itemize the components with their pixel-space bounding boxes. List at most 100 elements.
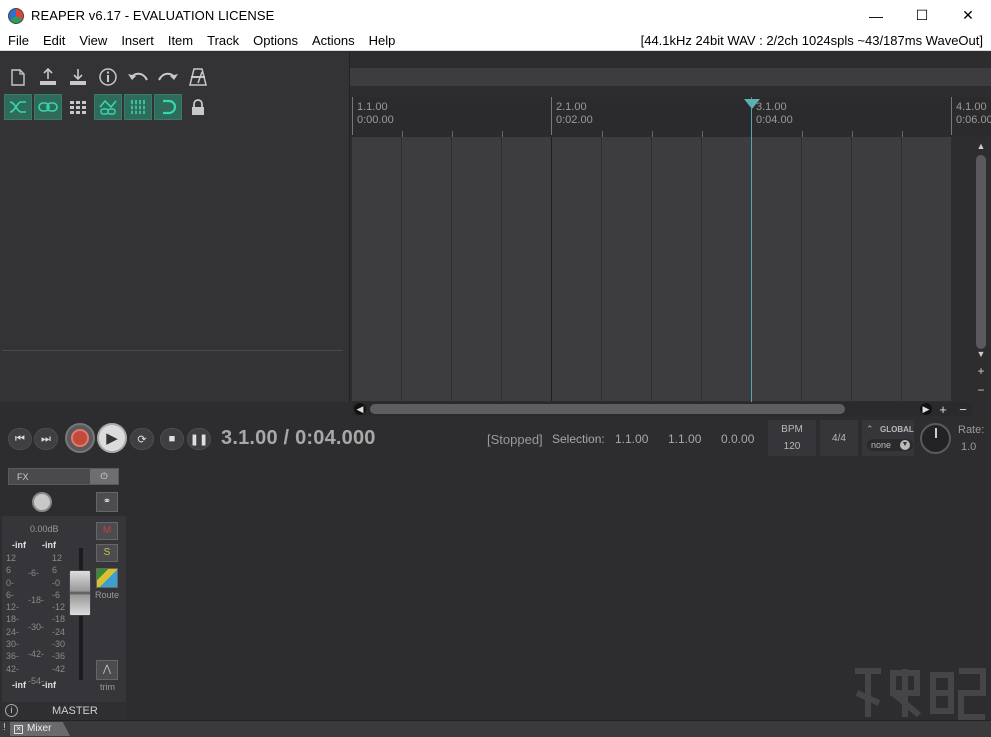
ruler-time: 0:06.00 xyxy=(956,114,991,126)
mute-button[interactable]: M xyxy=(96,522,118,540)
stop-icon[interactable]: ■ xyxy=(160,428,184,450)
scroll-down-icon[interactable]: ▼ xyxy=(975,348,987,360)
master-volume-db[interactable]: 0.00dB xyxy=(30,524,59,534)
master-track-name: MASTER xyxy=(52,705,98,717)
envelope-points-icon[interactable] xyxy=(124,94,152,120)
peak-right-bottom[interactable]: -inf xyxy=(42,680,56,690)
route-label: Route xyxy=(95,590,120,600)
audio-device-status[interactable]: [44.1kHz 24bit WAV : 2/2ch 1024spls ~43/… xyxy=(641,33,983,48)
metronome-icon[interactable] xyxy=(184,64,212,90)
close-button[interactable]: ✕ xyxy=(945,0,991,31)
tempo-box[interactable]: BPM 120 xyxy=(768,420,816,456)
minimize-button[interactable]: — xyxy=(853,0,899,31)
selection-end[interactable]: 1.1.00 xyxy=(668,432,701,446)
zoom-out-horizontal-icon[interactable]: − xyxy=(957,402,969,417)
grouping-icon[interactable] xyxy=(34,94,62,120)
repeat-icon[interactable]: ⟳ xyxy=(130,428,154,450)
playhead-marker[interactable] xyxy=(744,99,760,109)
scroll-left-icon[interactable]: ◀ xyxy=(354,403,366,415)
master-pan-knob[interactable] xyxy=(32,492,52,512)
mixer-tab[interactable]: ✕ Mixer xyxy=(10,722,70,736)
horizontal-scrollbar[interactable]: ◀ ▶ + − xyxy=(352,402,972,417)
position-display[interactable]: 3.1.00 / 0:04.000 xyxy=(221,427,376,450)
main-toolbar-row-2 xyxy=(4,94,212,120)
maximize-button[interactable]: ☐ xyxy=(899,0,945,31)
peak-left-bottom[interactable]: -inf xyxy=(12,680,26,690)
play-button[interactable]: ▶ xyxy=(97,423,127,453)
zoom-out-vertical-icon[interactable]: − xyxy=(975,383,987,397)
peak-left[interactable]: -inf xyxy=(12,540,26,550)
docker-tab-bar: ! ✕ Mixer xyxy=(0,720,991,737)
timeline-ruler[interactable]: 1.1.00 0:00.00 2.1.00 0:02.00 3.1.00 0:04.0… xyxy=(350,97,991,137)
info-icon[interactable]: i xyxy=(5,704,18,717)
menu-actions[interactable]: Actions xyxy=(305,33,362,48)
ripple-edit-icon[interactable] xyxy=(4,94,32,120)
grid-line xyxy=(551,137,552,401)
trim-envelope-icon[interactable]: ⋀ xyxy=(96,660,118,680)
selection-label: Selection: xyxy=(552,432,605,446)
selection-start[interactable]: 1.1.00 xyxy=(615,432,648,446)
menu-options[interactable]: Options xyxy=(246,33,305,48)
master-fader-handle[interactable] xyxy=(69,570,91,616)
record-icon xyxy=(71,429,89,447)
grid-line xyxy=(801,137,802,401)
vertical-scrollbar[interactable]: ▲ ▼ + − xyxy=(973,137,989,401)
solo-button[interactable]: S xyxy=(96,544,118,562)
snap-icon[interactable] xyxy=(154,94,182,120)
scroll-up-icon[interactable]: ▲ xyxy=(975,140,987,152)
project-settings-icon[interactable] xyxy=(94,64,122,90)
horizontal-scroll-thumb[interactable] xyxy=(370,404,845,414)
grid-line xyxy=(901,137,902,401)
go-to-end-icon[interactable]: ⏭ xyxy=(34,428,58,450)
bpm-label: BPM xyxy=(781,424,803,435)
close-tab-icon[interactable]: ✕ xyxy=(14,725,23,734)
redo-icon[interactable] xyxy=(154,64,182,90)
grid-line xyxy=(651,137,652,401)
snap-grid-icon[interactable] xyxy=(64,94,92,120)
chevron-down-icon: ▼ xyxy=(900,440,910,450)
ruler-time: 0:00.00 xyxy=(357,114,394,126)
menu-view[interactable]: View xyxy=(72,33,114,48)
zoom-in-vertical-icon[interactable]: + xyxy=(975,364,987,378)
pause-icon[interactable]: ❚❚ xyxy=(187,428,211,450)
stereo-mono-icon[interactable]: ⚭ xyxy=(96,492,118,512)
open-project-icon[interactable] xyxy=(34,64,62,90)
vertical-scroll-thumb[interactable] xyxy=(976,155,986,349)
menu-insert[interactable]: Insert xyxy=(114,33,161,48)
master-fx-bar[interactable]: FX ⏻ xyxy=(8,468,119,485)
region-lane[interactable] xyxy=(350,68,991,86)
automation-icon: ⌃ xyxy=(866,424,874,434)
global-automation-box[interactable]: ⌃ GLOBAL none ▼ xyxy=(862,420,914,456)
grid-line xyxy=(601,137,602,401)
edit-cursor[interactable] xyxy=(751,102,752,402)
time-signature[interactable]: 4/4 xyxy=(820,420,858,456)
lock-icon[interactable] xyxy=(184,94,212,120)
menu-item[interactable]: Item xyxy=(161,33,200,48)
zoom-in-horizontal-icon[interactable]: + xyxy=(937,402,949,417)
auto-crossfade-icon[interactable] xyxy=(94,94,122,120)
new-project-icon[interactable] xyxy=(4,64,32,90)
bpm-value[interactable]: 120 xyxy=(784,441,801,452)
rate-value[interactable]: 1.0 xyxy=(961,441,976,453)
peak-right[interactable]: -inf xyxy=(42,540,56,550)
menu-file[interactable]: File xyxy=(0,33,36,48)
menu-edit[interactable]: Edit xyxy=(36,33,72,48)
go-to-start-icon[interactable]: ⏮ xyxy=(8,428,32,450)
selection-length[interactable]: 0.0.00 xyxy=(721,432,754,446)
ruler-measure: 4.1.00 xyxy=(956,101,987,113)
save-project-icon[interactable] xyxy=(64,64,92,90)
undo-icon[interactable] xyxy=(124,64,152,90)
playrate-knob[interactable] xyxy=(920,423,951,454)
record-button[interactable] xyxy=(65,423,95,453)
scroll-right-icon[interactable]: ▶ xyxy=(920,403,932,415)
route-button[interactable] xyxy=(96,568,118,588)
main-toolbar-row-1 xyxy=(4,64,212,90)
ruler-measure: 3.1.00 xyxy=(756,101,787,113)
global-override-dropdown[interactable]: none ▼ xyxy=(867,439,913,451)
arrange-view[interactable] xyxy=(352,137,951,401)
ruler-mark: 2.1.00 0:02.00 xyxy=(551,97,593,135)
menu-track[interactable]: Track xyxy=(200,33,246,48)
fx-power-icon[interactable]: ⏻ xyxy=(90,469,118,484)
grid-line xyxy=(501,137,502,401)
menu-help[interactable]: Help xyxy=(362,33,403,48)
